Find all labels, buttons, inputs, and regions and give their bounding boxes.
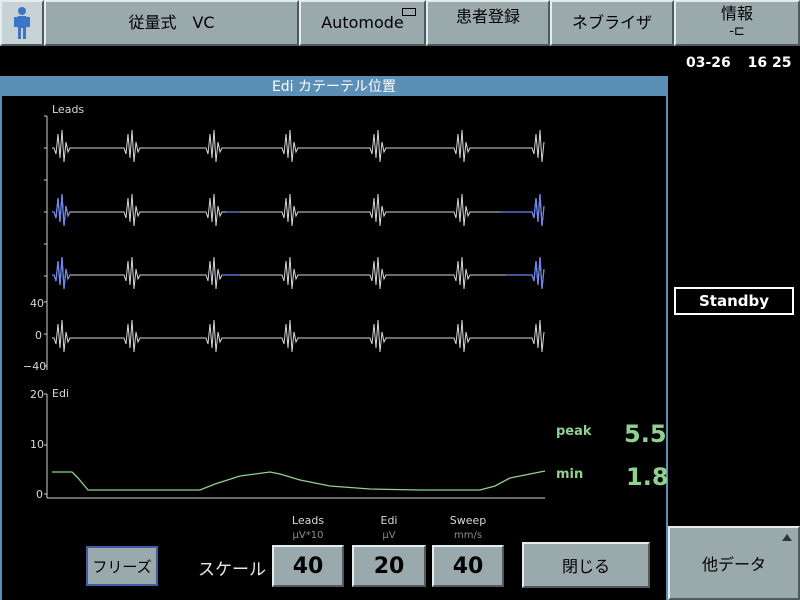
sweep-scale-button[interactable]: 40 bbox=[432, 545, 504, 587]
waveform-area bbox=[44, 115, 546, 499]
lead-trace bbox=[52, 256, 545, 290]
scale-label: スケール bbox=[198, 560, 266, 580]
lead-trace-highlight bbox=[500, 193, 545, 227]
info-button[interactable]: 情報 -⊏ bbox=[674, 0, 800, 46]
lead-trace-highlight bbox=[52, 256, 71, 290]
standby-label: Standby bbox=[698, 292, 770, 310]
lead-trace-highlight bbox=[506, 256, 545, 290]
peak-label: peak bbox=[556, 424, 592, 439]
other-data-button[interactable]: 他データ bbox=[668, 526, 800, 600]
close-button[interactable]: 閉じる bbox=[522, 542, 650, 588]
lead-trace bbox=[52, 193, 545, 227]
lead-trace-highlight bbox=[52, 193, 71, 227]
date-text: 03-26 bbox=[686, 55, 731, 71]
edi-scale-button[interactable]: 20 bbox=[352, 545, 426, 587]
freeze-button[interactable]: フリーズ bbox=[86, 546, 158, 586]
datetime: 03-26 16 25 bbox=[686, 55, 792, 71]
lead-trace bbox=[52, 319, 545, 353]
time-text: 16 25 bbox=[747, 55, 792, 71]
leads-scale-button[interactable]: 40 bbox=[272, 545, 344, 587]
sweep-scale-unit: mm/s bbox=[453, 530, 483, 541]
min-value: 1.8 bbox=[626, 463, 669, 491]
min-label: min bbox=[556, 467, 584, 482]
edi-scale-value: 20 bbox=[373, 553, 405, 579]
leads-scale-value: 40 bbox=[292, 553, 324, 579]
peak-value: 5.5 bbox=[624, 420, 667, 448]
info-label: 情報 bbox=[720, 4, 753, 23]
edi-scale-unit: μV bbox=[382, 530, 396, 541]
edi-trace bbox=[52, 470, 546, 491]
sweep-scale-value: 40 bbox=[452, 553, 484, 579]
scroll-up-icon bbox=[782, 534, 792, 541]
standby-button[interactable]: Standby bbox=[674, 287, 794, 315]
freeze-label: フリーズ bbox=[92, 557, 152, 576]
lead-traces bbox=[52, 129, 545, 353]
sweep-scale-title: Sweep bbox=[449, 514, 487, 527]
lead-trace bbox=[52, 129, 545, 163]
close-label: 閉じる bbox=[561, 557, 610, 576]
leads-scale-title: Leads bbox=[291, 514, 325, 527]
edi-scale-title: Edi bbox=[380, 514, 398, 527]
leads-scale-unit: μV*10 bbox=[292, 530, 324, 541]
info-sub-icon: -⊏ bbox=[729, 24, 745, 39]
other-data-label: 他データ bbox=[701, 555, 766, 574]
